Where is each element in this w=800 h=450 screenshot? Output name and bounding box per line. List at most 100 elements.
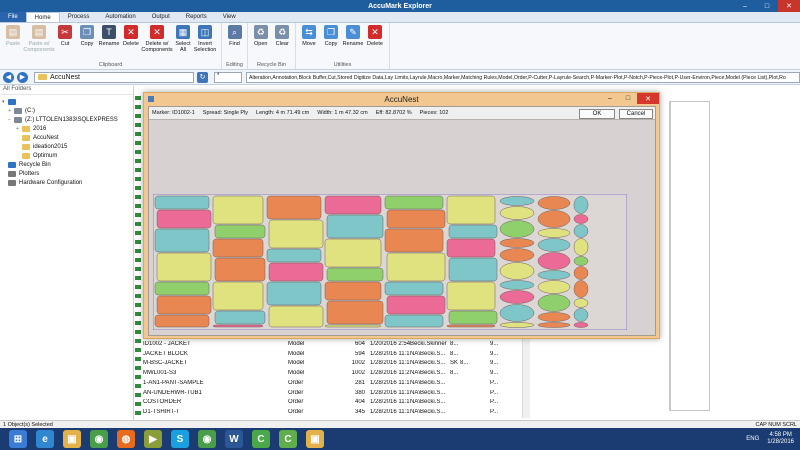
table-row[interactable]: M-BSC-JACKET Model 1002 1/28/2016 11:1...NA… [143, 359, 510, 367]
dialog-title-bar: AccuNest – □ ✕ [144, 93, 659, 105]
firefox-icon[interactable]: ◍ [117, 430, 135, 448]
scissors-icon: ✂ [58, 25, 72, 39]
binoculars-icon: ⌕ [227, 25, 242, 39]
dialog-close-icon[interactable]: ✕ [637, 93, 659, 104]
computer-icon [8, 98, 16, 105]
pattern-piece [266, 248, 322, 263]
back-button[interactable]: ◀ [3, 71, 14, 83]
pattern-piece [499, 280, 535, 290]
tab-home[interactable]: Home [25, 12, 60, 22]
table-row[interactable]: D1-TSHIRT-T Order 345 1/28/2016 11:1...NA\B… [143, 408, 510, 416]
refresh-button[interactable]: ↻ [197, 71, 208, 83]
table-row[interactable]: MWL001-S3 Model 1002 1/28/2016 11:2...NA\Be… [143, 369, 510, 377]
dialog-maximize-icon[interactable]: □ [619, 93, 637, 104]
cell-name: 1-AN1-PANT-SAMPLE [143, 379, 204, 386]
folder-taskbar-icon[interactable]: ▣ [306, 430, 324, 448]
recycle-bin-label: Recycle Bin [256, 62, 287, 68]
table-row[interactable]: JACKET BLOCK Model 594 1/28/2016 11:1...NA\… [143, 350, 510, 358]
cell-date: 1/28/2016 11:1... [370, 360, 410, 367]
clock[interactable]: 4:58 PM 1/28/2016 [767, 432, 794, 446]
filter-input[interactable]: * [214, 71, 242, 83]
media-player-icon[interactable]: ▶ [144, 430, 162, 448]
tab-view[interactable]: View [215, 12, 244, 22]
database-icon [14, 116, 22, 123]
cell-size: 604 [354, 341, 365, 347]
dialog-minimize-icon[interactable]: – [601, 93, 619, 104]
cell-date: 1/28/2016 11:2... [370, 370, 410, 377]
tab-file[interactable]: File [0, 12, 26, 22]
tab-output[interactable]: Output [144, 12, 178, 22]
cell-user: NA\Becki.S... [410, 379, 446, 386]
cell-type: Order [288, 408, 304, 415]
chrome-icon[interactable]: ◉ [90, 430, 108, 448]
internet-explorer-icon[interactable]: e [36, 430, 54, 448]
marker-efficiency: Eff: 82.8702 % [375, 110, 412, 116]
data-types-dropdown[interactable]: Alteration,Annotation,Block Buffer,Cut,S… [246, 71, 800, 83]
marker-name: Marker: ID1002-1 [152, 110, 195, 116]
pattern-piece [537, 210, 571, 228]
table-row[interactable]: COSTORDER Order 404 1/28/2016 11:1...NA\Bec… [143, 398, 510, 406]
cell-c: 9... [490, 350, 499, 357]
pattern-piece [326, 214, 384, 239]
cell-date: 1/28/2016 11:1... [370, 350, 410, 357]
tab-reports[interactable]: Reports [178, 12, 215, 22]
file-explorer-icon[interactable]: ▣ [63, 430, 81, 448]
pattern-piece [573, 196, 589, 214]
cell-name: D1-TSHIRT-T [143, 408, 180, 415]
pattern-piece [499, 290, 535, 304]
cell-c: P... [490, 389, 499, 396]
cancel-button[interactable]: Cancel [619, 109, 653, 119]
pattern-piece [446, 324, 496, 328]
pattern-piece [214, 310, 266, 325]
maximize-icon[interactable]: □ [756, 0, 778, 12]
status-selection: 1 Object(s) Selected [3, 421, 53, 428]
tree-item-root[interactable]: ▾ [2, 97, 131, 106]
cell-type: Model [288, 350, 305, 357]
tree-item-accunest[interactable]: AccuNest [2, 133, 131, 142]
tree-item-c-drive[interactable]: + (C:) [2, 106, 131, 115]
tree-item-plotters[interactable]: Plotters [2, 169, 131, 178]
utilities-group: ⇆ Move ❐ Copy ✎ Rename ✕ Delete Utilities [296, 23, 390, 69]
table-row[interactable]: 1-AN1-PANT-SAMPLE Order 281 1/28/2016 11:1.… [143, 379, 510, 387]
tree-item-ideation2015[interactable]: ideation2015 [2, 142, 131, 151]
table-row[interactable]: AN-UNDERWR-TUB1 Order 380 1/28/2016 11:1...… [143, 389, 510, 397]
tree-item-hardware-configuration[interactable]: Hardware Configuration [2, 178, 131, 187]
pattern-piece [384, 195, 444, 210]
pattern-piece [212, 281, 264, 311]
tree-item-optimum[interactable]: Optimum [2, 151, 131, 160]
cell-date: 1/28/2016 11:1... [370, 399, 410, 406]
chrome-secondary-icon[interactable]: ◉ [198, 430, 216, 448]
close-icon[interactable]: ✕ [778, 0, 800, 12]
cell-size: 345 [354, 408, 365, 415]
skype-icon[interactable]: S [171, 430, 189, 448]
path-input[interactable]: AccuNest [34, 71, 194, 83]
language-indicator[interactable]: ENG [746, 436, 759, 442]
editing-label: Editing [226, 62, 243, 68]
pattern-piece [212, 195, 264, 225]
word-icon[interactable]: W [225, 430, 243, 448]
table-row[interactable]: ID1002 - JACKET Model 604 1/20/2016 2:54...… [143, 340, 510, 348]
tree-item-recycle-bin[interactable]: Recycle Bin [2, 160, 131, 169]
pattern-piece [324, 238, 382, 268]
cell-user: NA\Becki.S... [410, 389, 446, 396]
window-controls: – □ ✕ [734, 0, 800, 12]
tab-process[interactable]: Process [60, 12, 98, 22]
forward-button[interactable]: ▶ [17, 71, 28, 83]
pattern-piece [448, 257, 498, 282]
tree-item-z-drive[interactable]: − (Z:) LTTOLEN1383\SQLEXPRESS [2, 115, 131, 124]
tab-automation[interactable]: Automation [97, 12, 143, 22]
pattern-piece [156, 295, 212, 315]
tree-item-2016[interactable]: +2016 [2, 124, 131, 133]
ok-button[interactable]: OK [579, 109, 615, 119]
windows-start-icon[interactable]: ⊞ [9, 430, 27, 448]
accumark-icon[interactable]: C [252, 430, 270, 448]
pattern-piece [214, 257, 266, 282]
cell-c: P... [490, 399, 499, 406]
app-title: AccuMark Explorer [368, 2, 432, 10]
accumark-secondary-icon[interactable]: C [279, 430, 297, 448]
minimize-icon[interactable]: – [734, 0, 756, 12]
pattern-piece [537, 252, 571, 270]
recycle-bin-icon [8, 161, 16, 168]
cell-a: 8... [450, 370, 459, 377]
pattern-piece [446, 281, 496, 311]
